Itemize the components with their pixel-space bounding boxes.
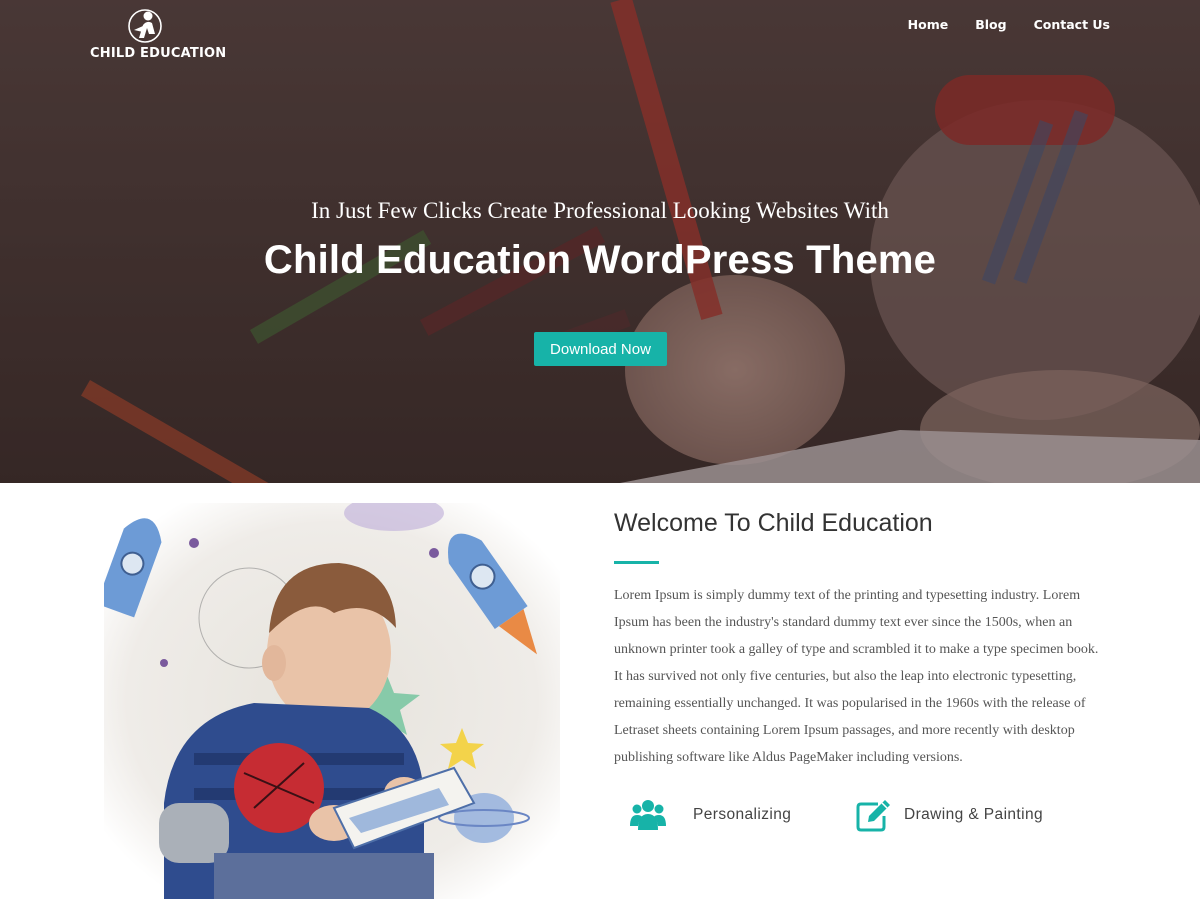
welcome-body-text: Lorem Ipsum is simply dummy text of the … <box>614 588 1099 765</box>
hero-subtitle: In Just Few Clicks Create Professional L… <box>311 198 889 223</box>
welcome-title: Welcome To Child Education <box>614 509 933 537</box>
welcome-section: Welcome To Child Education Lorem Ipsum i… <box>0 483 1200 900</box>
logo-text: CHILD EDUCATION <box>90 46 227 61</box>
hero-title: Child Education WordPress Theme <box>263 238 937 282</box>
users-icon <box>630 800 666 830</box>
main-navigation: Home Blog Contact Us <box>908 17 1110 32</box>
feature-label-drawing-painting: Drawing & Painting <box>904 806 1044 823</box>
title-underline <box>614 561 659 564</box>
pencil-square-icon <box>856 800 890 832</box>
child-reading-image <box>104 503 560 899</box>
feature-drawing-painting: Drawing & Painting <box>856 798 1043 832</box>
feature-label-personalizing: Personalizing <box>693 806 792 823</box>
site-logo[interactable]: CHILD EDUCATION <box>90 8 227 66</box>
download-now-button[interactable]: Download Now <box>534 332 667 366</box>
reading-child-logo-icon <box>128 9 162 43</box>
hero-banner: CHILD EDUCATION Home Blog Contact Us In … <box>0 0 1200 483</box>
nav-item-home[interactable]: Home <box>908 17 949 32</box>
nav-item-blog[interactable]: Blog <box>975 17 1006 32</box>
feature-personalizing: Personalizing <box>630 798 791 832</box>
nav-item-contact-us[interactable]: Contact Us <box>1034 17 1110 32</box>
